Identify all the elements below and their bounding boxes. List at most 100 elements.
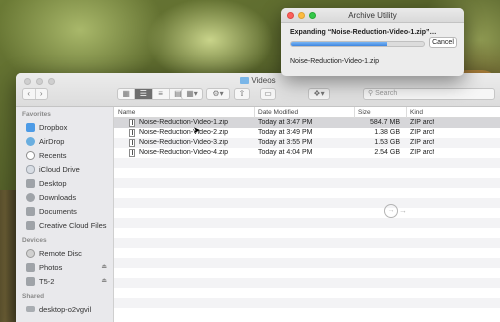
column-header-date[interactable]: Date Modified [258, 109, 298, 116]
eject-icon[interactable]: ⏏ [101, 263, 107, 270]
sidebar-item-label: iCloud Drive [39, 164, 80, 174]
share-button[interactable]: ⇧ [234, 88, 250, 100]
sidebar-item-documents[interactable]: Documents [26, 205, 77, 217]
column-headers: Name Date Modified Size Kind [114, 107, 500, 118]
back-button[interactable]: ‹ [23, 89, 36, 99]
file-size: 2.54 GB [374, 149, 400, 156]
cancel-button[interactable]: Cancel [429, 37, 457, 48]
table-row[interactable]: Noise-Reduction-Video-4.zip Today at 4:0… [114, 148, 500, 158]
column-header-kind[interactable]: Kind [410, 109, 423, 116]
share-icon: ⇧ [238, 89, 246, 98]
archive-utility-window: Archive Utility Expanding “Noise-Reducti… [281, 8, 464, 76]
sidebar-item-label: Documents [39, 206, 77, 216]
sidebar-item-photos[interactable]: Photos [26, 261, 62, 273]
search-field[interactable]: ⚲ Search [363, 88, 495, 100]
table-row[interactable]: Noise-Reduction-Video-3.zip Today at 3:5… [114, 138, 500, 148]
file-name: Noise-Reduction-Video-4.zip [139, 149, 228, 156]
sidebar-item-icloud-drive[interactable]: iCloud Drive [26, 163, 80, 175]
sidebar-item-downloads[interactable]: Downloads [26, 191, 76, 203]
file-kind: ZIP archive [410, 119, 434, 126]
sidebar-header-favorites: Favorites [22, 111, 51, 118]
sidebar-item-label: Dropbox [39, 122, 68, 132]
drive-icon [26, 276, 35, 286]
sidebar-item-label: Desktop [39, 178, 67, 188]
file-kind: ZIP archive [410, 149, 434, 156]
airdrop-icon [26, 136, 35, 146]
zip-file-icon [129, 119, 135, 127]
sidebar-header-devices: Devices [22, 237, 47, 244]
window-title-label: Videos [251, 76, 276, 85]
expanding-status: Expanding “Noise-Reduction-Video-1.zip”… [290, 29, 437, 36]
column-view-button[interactable]: ≡ [153, 89, 170, 99]
clock-icon [26, 150, 35, 160]
empty-row-stripe [114, 178, 500, 188]
list-view-button[interactable]: ☰ [135, 89, 153, 99]
column-header-size[interactable]: Size [358, 109, 371, 116]
sidebar-item-airdrop[interactable]: AirDrop [26, 135, 64, 147]
tags-button[interactable]: ▭ [260, 88, 276, 100]
finder-sidebar: Favorites Dropbox AirDrop Recents iCloud… [16, 107, 114, 322]
sidebar-item-label: Remote Disc [39, 248, 82, 258]
file-rows: Noise-Reduction-Video-1.zip Today at 3:4… [114, 118, 500, 322]
sidebar-item-shared-computer[interactable]: desktop-o2vgvil [26, 303, 91, 315]
file-date: Today at 3:49 PM [258, 129, 313, 136]
group-button[interactable]: ▦▾ [181, 88, 203, 100]
empty-row-stripe [114, 218, 500, 228]
drag-indicator-icon: → [384, 204, 398, 218]
downloads-icon [26, 192, 35, 202]
drive-icon [26, 262, 35, 272]
sidebar-item-label: T5-2 [39, 276, 55, 286]
file-date: Today at 4:04 PM [258, 149, 313, 156]
sidebar-item-dropbox[interactable]: Dropbox [26, 121, 67, 133]
forward-button[interactable]: › [36, 89, 48, 99]
zip-file-icon [129, 149, 135, 157]
arrow-right-icon: → [399, 206, 407, 215]
sidebar-item-desktop[interactable]: Desktop [26, 177, 67, 189]
empty-row-stripe [114, 258, 500, 268]
cloud-icon [26, 164, 35, 174]
empty-row-stripe [114, 298, 500, 308]
column-header-name[interactable]: Name [118, 109, 135, 116]
sidebar-item-recents[interactable]: Recents [26, 149, 67, 161]
dropbox-icon: ❖▾ [313, 89, 325, 98]
file-size: 1.38 GB [374, 129, 400, 136]
desktop-icon [26, 178, 35, 188]
table-row[interactable]: Noise-Reduction-Video-2.zip Today at 3:4… [114, 128, 500, 138]
file-kind: ZIP archive [410, 129, 434, 136]
file-list: Name Date Modified Size Kind Noise-Reduc… [114, 107, 500, 322]
file-name: Noise-Reduction-Video-3.zip [139, 139, 228, 146]
back-forward-buttons: ‹ › [22, 88, 48, 100]
icon-view-button[interactable]: ▦ [118, 89, 136, 99]
file-size: 1.53 GB [374, 139, 400, 146]
dropbox-toolbar-button[interactable]: ❖▾ [308, 88, 330, 100]
sidebar-item-creative-cloud-files[interactable]: Creative Cloud Files [26, 219, 107, 231]
file-name: Noise-Reduction-Video-1.zip [139, 119, 228, 126]
action-gear-button[interactable]: ⚙▾ [206, 88, 230, 100]
file-date: Today at 3:55 PM [258, 139, 313, 146]
search-placeholder: Search [375, 90, 398, 97]
laptop-icon [26, 306, 35, 312]
sidebar-item-t5-2[interactable]: T5-2 [26, 275, 54, 287]
sidebar-item-label: Downloads [39, 192, 77, 202]
window-title: Videos [16, 76, 500, 85]
sidebar-header-shared: Shared [22, 293, 45, 300]
sidebar-item-remote-disc[interactable]: Remote Disc [26, 247, 82, 259]
sidebar-item-label: AirDrop [39, 136, 65, 146]
folder-icon [240, 77, 250, 84]
empty-row-stripe [114, 198, 500, 208]
dropbox-icon [26, 122, 35, 132]
progress-fill [291, 42, 387, 46]
sidebar-item-label: Recents [39, 150, 67, 160]
column-separator [254, 107, 255, 118]
archive-title: Archive Utility [348, 11, 397, 20]
file-name: Noise-Reduction-Video-2.zip [139, 129, 228, 136]
creative-cloud-icon [26, 220, 35, 230]
column-separator [406, 107, 407, 118]
current-file-name: Noise-Reduction-Video-1.zip [290, 58, 379, 65]
archive-titlebar: Archive Utility [281, 8, 464, 23]
eject-icon[interactable]: ⏏ [101, 277, 107, 284]
mouse-cursor-icon: ➤ [193, 125, 201, 135]
sidebar-item-label: desktop-o2vgvil [39, 304, 92, 314]
table-row[interactable]: Noise-Reduction-Video-1.zip Today at 3:4… [114, 118, 500, 128]
file-date: Today at 3:47 PM [258, 119, 313, 126]
